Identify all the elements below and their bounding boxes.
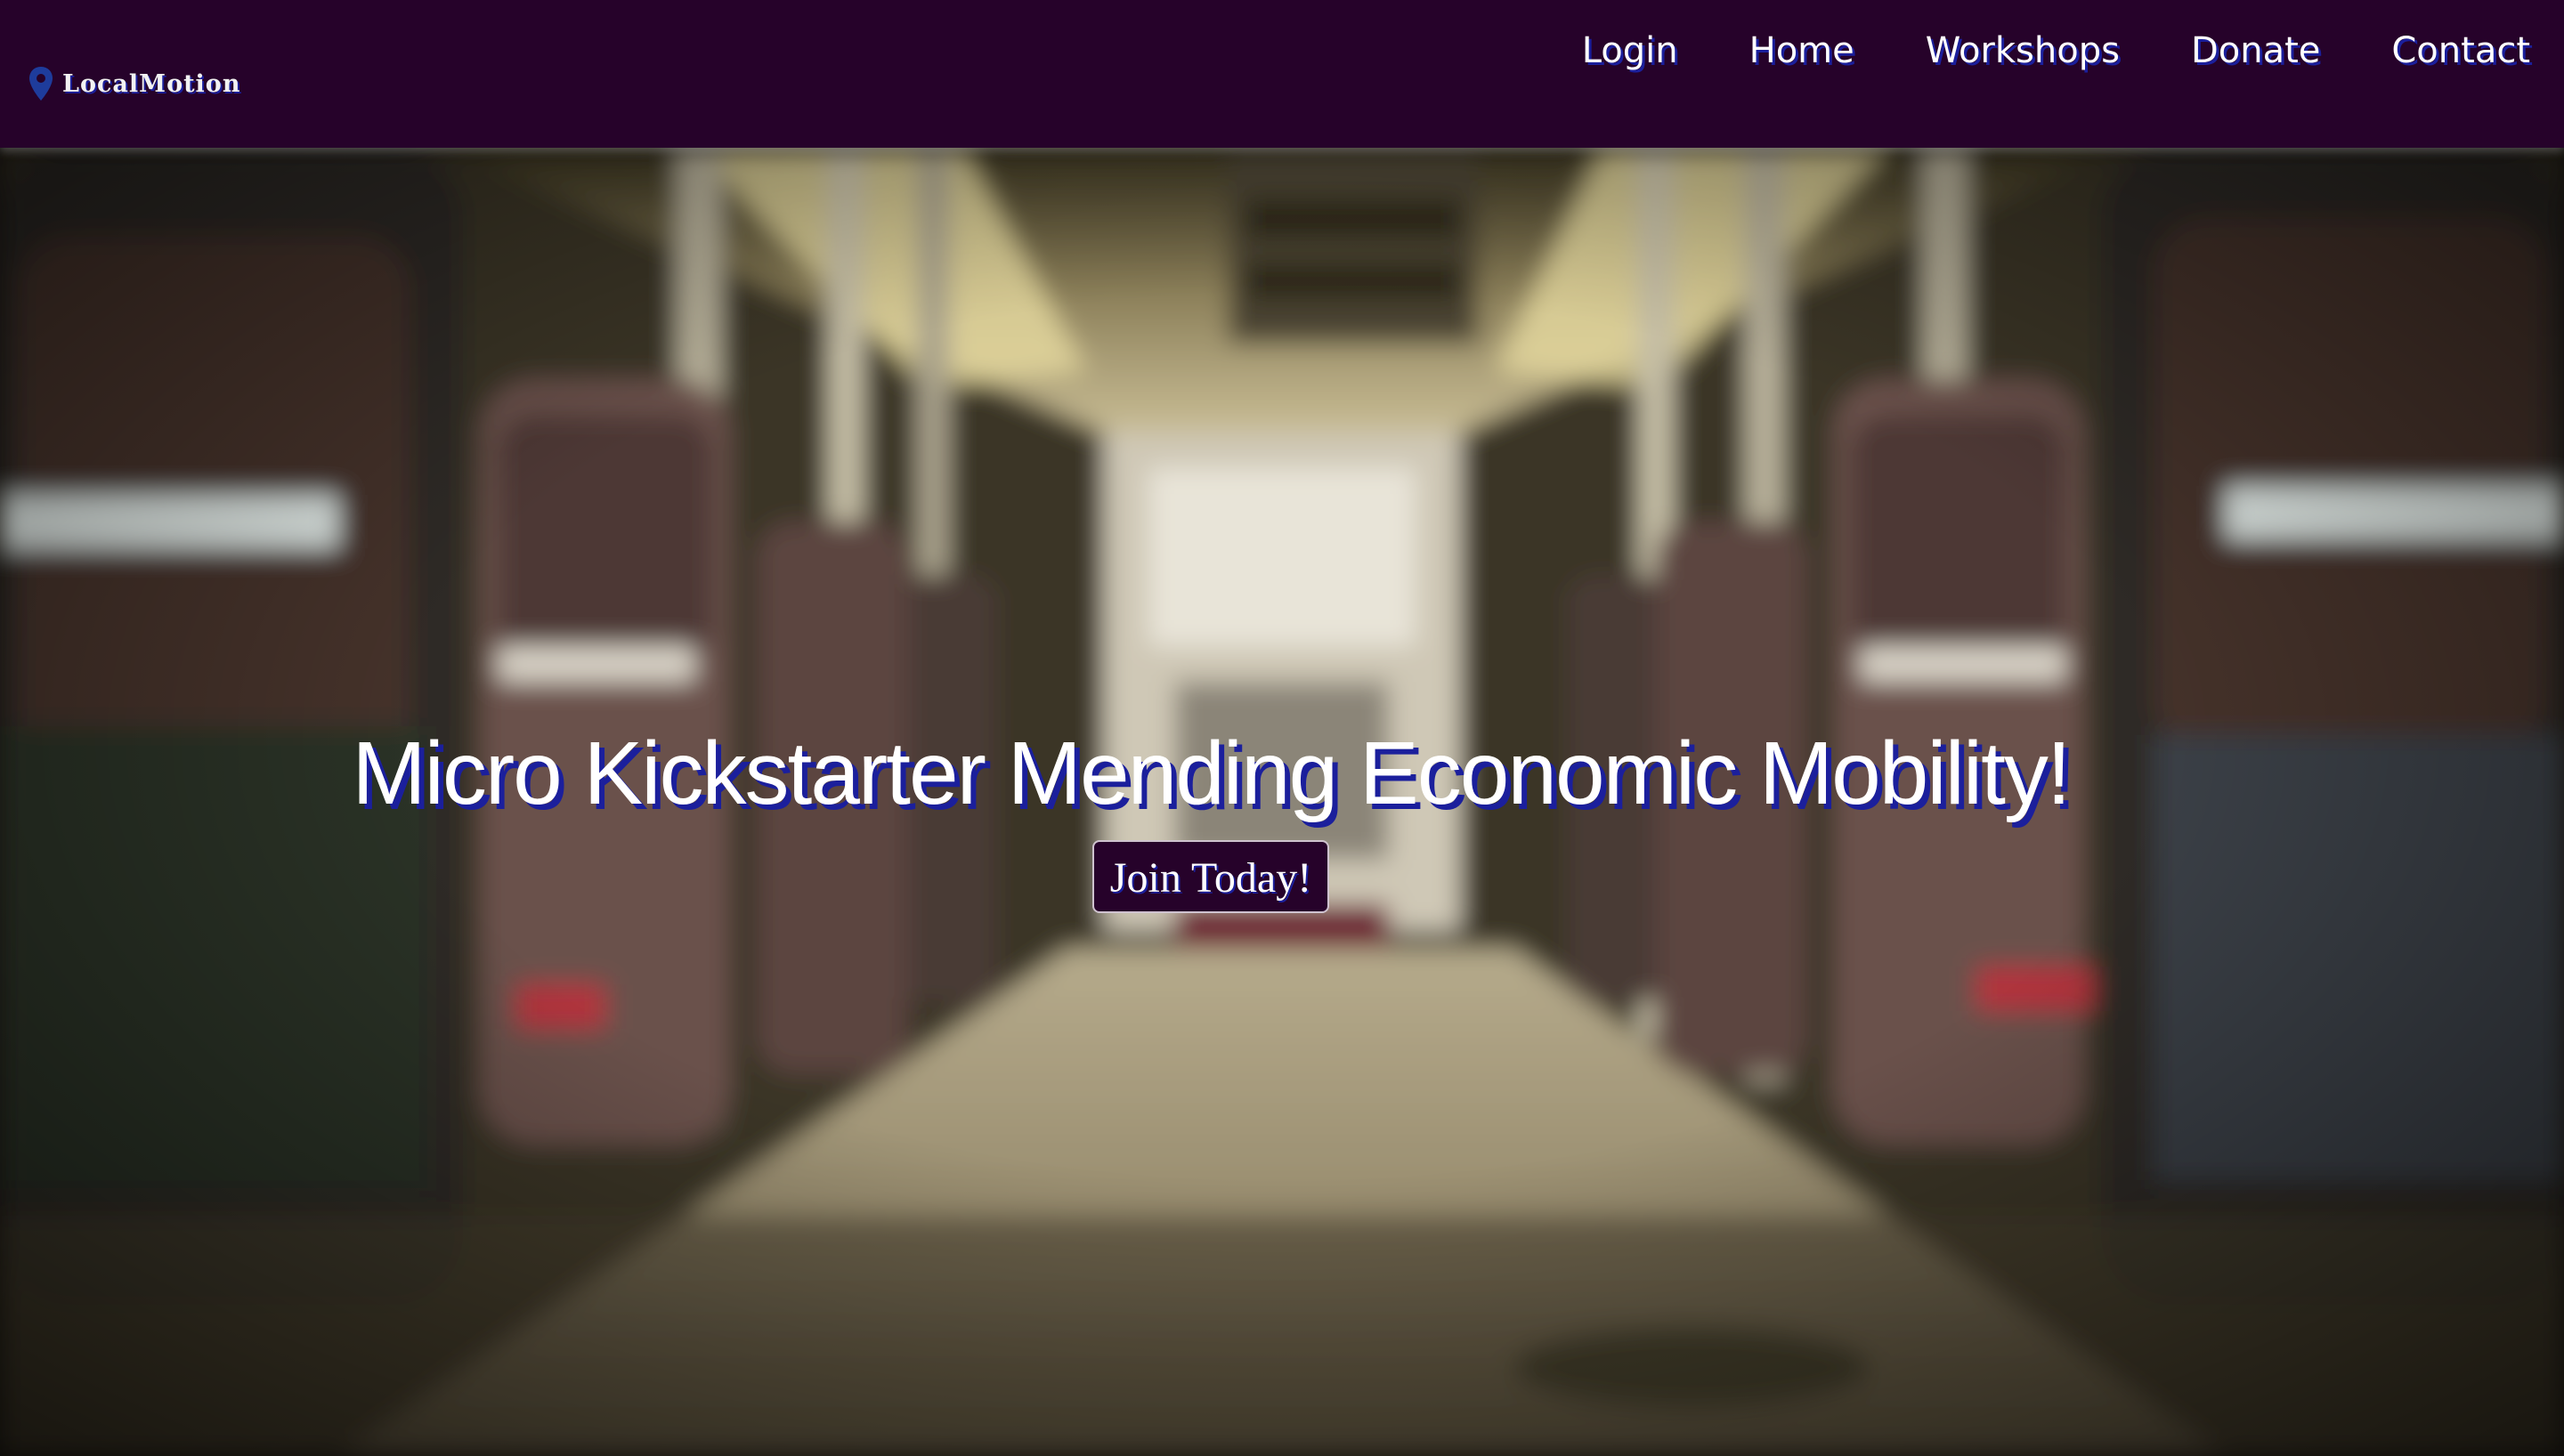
nav-workshops-link[interactable]: Workshops <box>1926 30 2120 71</box>
hero-title: Micro Kickstarter Mending Economic Mobil… <box>352 724 2071 823</box>
nav-contact-link[interactable]: Contact <box>2391 30 2530 71</box>
map-pin-icon <box>29 67 53 101</box>
nav-home-link[interactable]: Home <box>1749 30 1854 71</box>
nav-links: Login Home Workshops Donate Contact <box>1511 30 2530 71</box>
brand-logo[interactable]: LocalMotion <box>28 66 240 101</box>
nav-donate-link[interactable]: Donate <box>2191 30 2320 71</box>
brand-name: LocalMotion <box>62 69 241 98</box>
join-today-button[interactable]: Join Today! <box>1092 840 1329 913</box>
hero-section: Micro Kickstarter Mending Economic Mobil… <box>0 148 2564 1456</box>
nav-login-link[interactable]: Login <box>1582 30 1678 71</box>
navbar: LocalMotion Login Home Workshops Donate … <box>0 0 2564 148</box>
